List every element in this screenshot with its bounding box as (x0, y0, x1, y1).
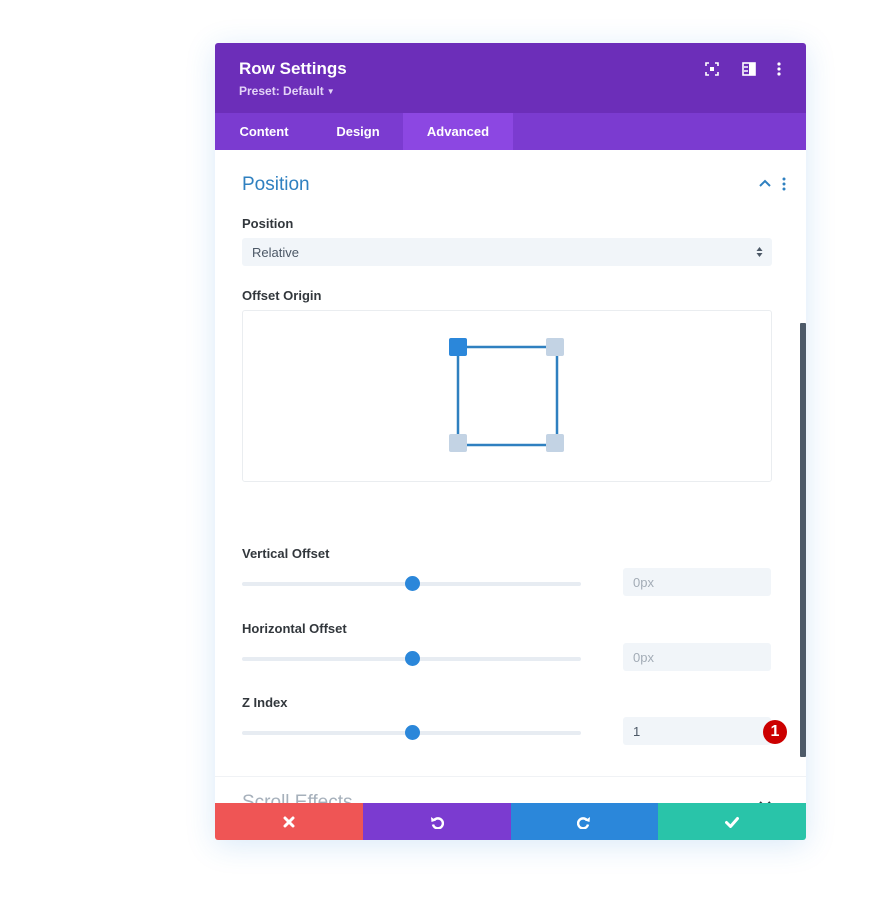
horizontal-offset-placeholder: 0px (633, 650, 654, 665)
check-icon (725, 816, 740, 828)
undo-button[interactable] (362, 803, 511, 840)
vertical-offset-placeholder: 0px (633, 575, 654, 590)
origin-corner-bottom-left[interactable] (449, 434, 467, 452)
settings-tabs: Content Design Advanced (215, 113, 806, 150)
origin-corner-top-right[interactable] (546, 338, 564, 356)
scrollbar[interactable] (800, 323, 806, 757)
tab-design[interactable]: Design (313, 113, 403, 150)
fullscreen-icon[interactable] (705, 62, 721, 78)
more-options-icon[interactable] (776, 62, 792, 78)
position-section-title[interactable]: Position (242, 174, 310, 196)
redo-button[interactable] (510, 803, 659, 840)
position-select-value: Relative (252, 245, 299, 260)
position-label: Position (242, 216, 294, 231)
preset-label: Preset: Default (239, 84, 324, 98)
horizontal-offset-thumb[interactable] (404, 651, 420, 666)
vertical-offset-slider[interactable] (242, 576, 581, 591)
select-arrows-icon (756, 245, 763, 259)
z-index-slider[interactable] (242, 725, 581, 740)
discard-button[interactable] (215, 803, 363, 840)
vertical-offset-thumb[interactable] (404, 576, 420, 591)
close-icon (283, 816, 295, 827)
origin-frame (456, 345, 559, 447)
position-select[interactable]: Relative (242, 238, 772, 266)
save-button[interactable] (658, 803, 806, 840)
modal-footer (215, 803, 806, 840)
tab-content[interactable]: Content (215, 113, 313, 150)
offset-origin-label: Offset Origin (242, 288, 322, 303)
section-divider (215, 776, 806, 777)
z-index-label: Z Index (242, 695, 288, 710)
horizontal-offset-slider[interactable] (242, 651, 581, 666)
redo-icon (577, 816, 591, 829)
row-settings-modal: Row Settings Preset: Default ▼ Content De… (215, 43, 806, 840)
horizontal-offset-label: Horizontal Offset (242, 621, 347, 636)
vertical-offset-input[interactable]: 0px (623, 568, 771, 596)
preset-selector[interactable]: Preset: Default ▼ (239, 84, 335, 98)
annotation-badge: 1 (763, 720, 787, 744)
modal-title: Row Settings (239, 59, 347, 78)
z-index-value: 1 (633, 724, 641, 739)
section-options-icon[interactable] (781, 177, 787, 191)
offset-origin-picker (242, 310, 772, 482)
origin-corner-top-left[interactable] (449, 338, 467, 356)
split-view-icon[interactable] (742, 62, 758, 78)
undo-icon (430, 816, 444, 829)
caret-down-icon: ▼ (326, 87, 335, 96)
settings-body: Position Position Relative Offset Origin… (215, 150, 806, 813)
tab-advanced[interactable]: Advanced (403, 113, 513, 150)
z-index-input[interactable]: 1 (623, 717, 771, 745)
origin-corner-bottom-right[interactable] (546, 434, 564, 452)
horizontal-offset-input[interactable]: 0px (623, 643, 771, 671)
chevron-up-icon[interactable] (758, 176, 772, 190)
vertical-offset-label: Vertical Offset (242, 546, 330, 561)
z-index-thumb[interactable] (404, 725, 420, 740)
modal-header: Row Settings Preset: Default ▼ (215, 43, 806, 113)
